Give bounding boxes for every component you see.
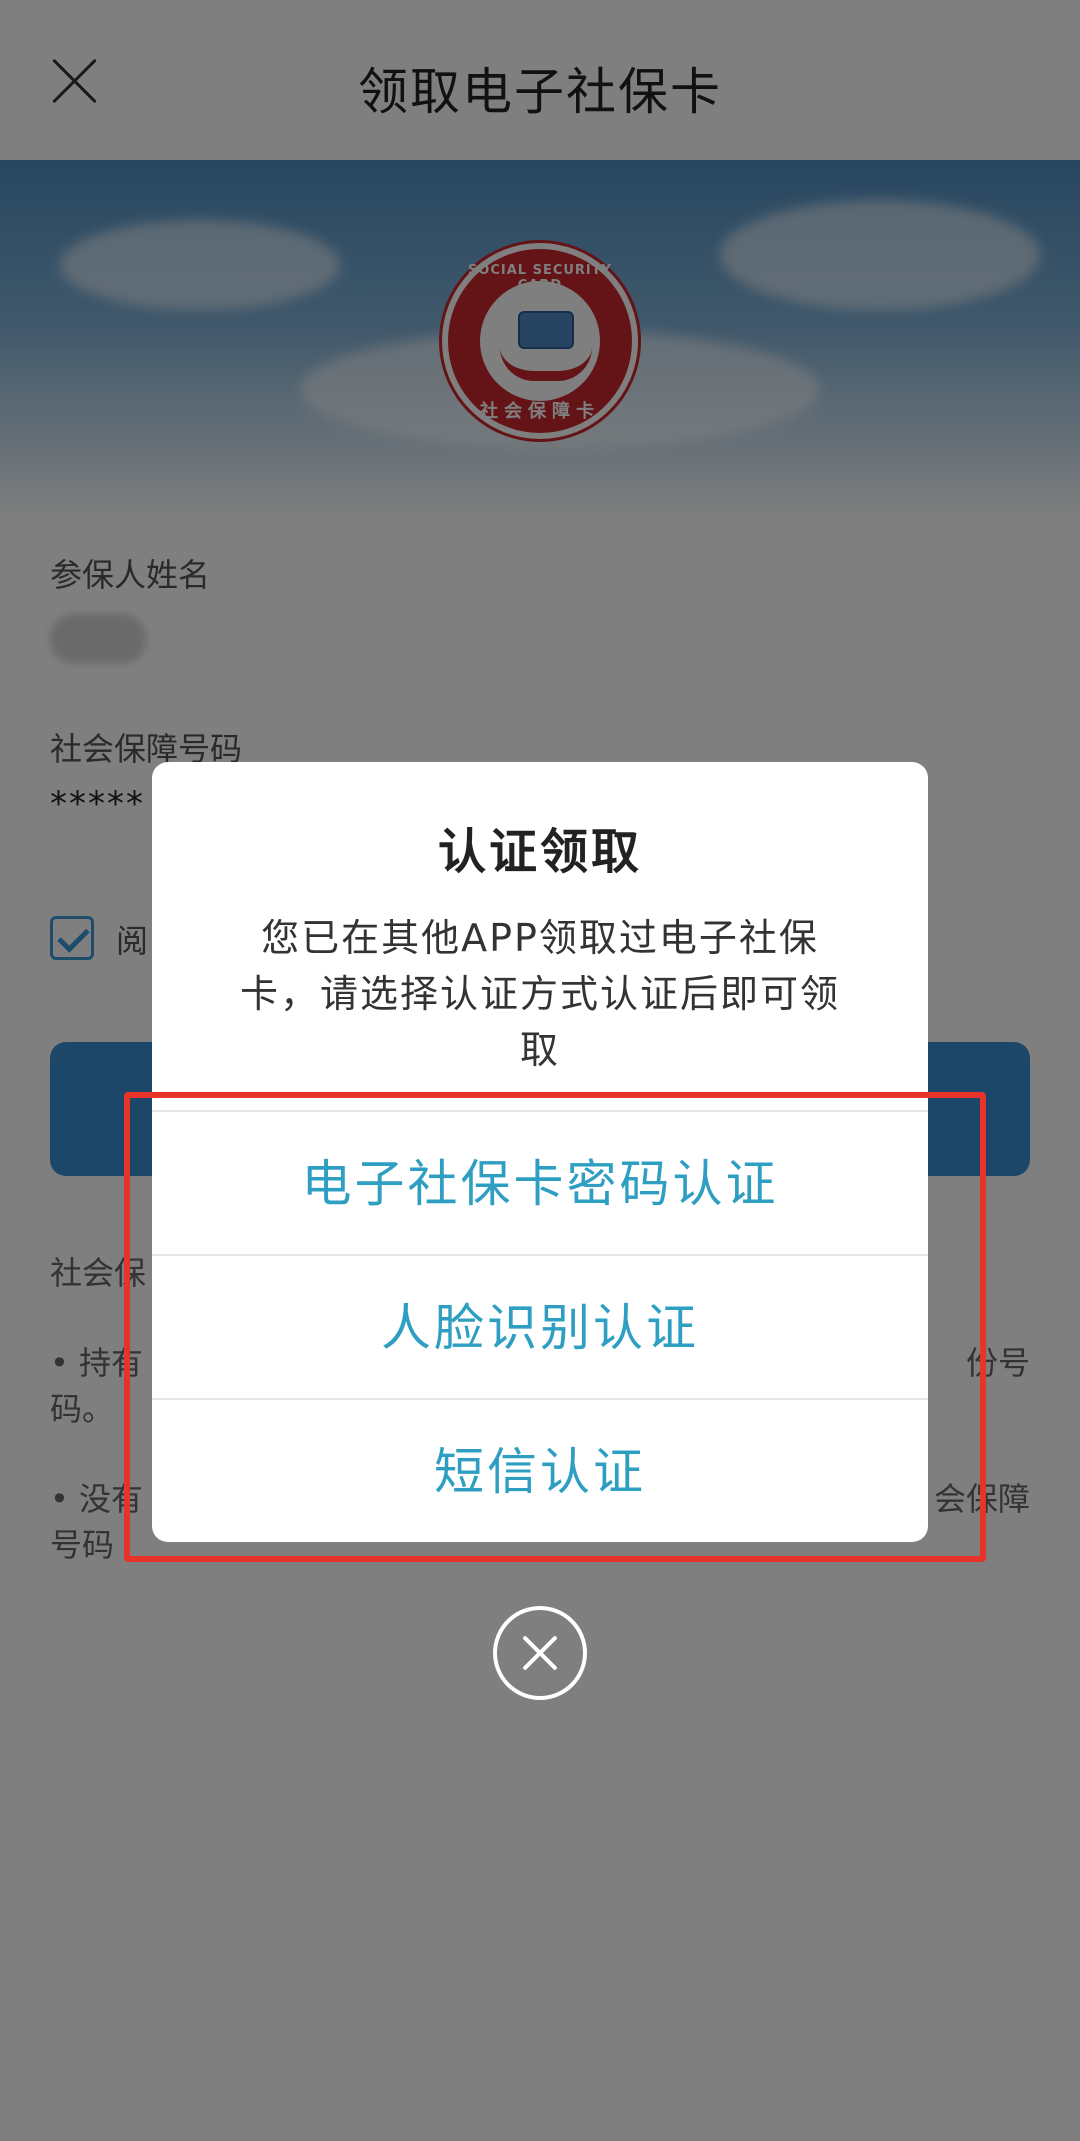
dialog-message-line-2: 卡，请选择认证方式认证后即可领 <box>239 972 840 1016</box>
dialog-message-line-1: 您已在其他APP领取过电子社保 <box>261 916 819 960</box>
screen: 领取电子社保卡 SOCIAL SECURITY CARD 社会保障卡 参保人姓名… <box>0 0 1080 2141</box>
highlight-frame <box>124 1092 986 1562</box>
close-circle-icon[interactable] <box>493 1606 587 1700</box>
dialog-message: 您已在其他APP领取过电子社保 卡，请选择认证方式认证后即可领 取 <box>212 910 868 1078</box>
dialog-title: 认证领取 <box>437 824 642 880</box>
dialog-message-line-3: 取 <box>519 1028 560 1072</box>
